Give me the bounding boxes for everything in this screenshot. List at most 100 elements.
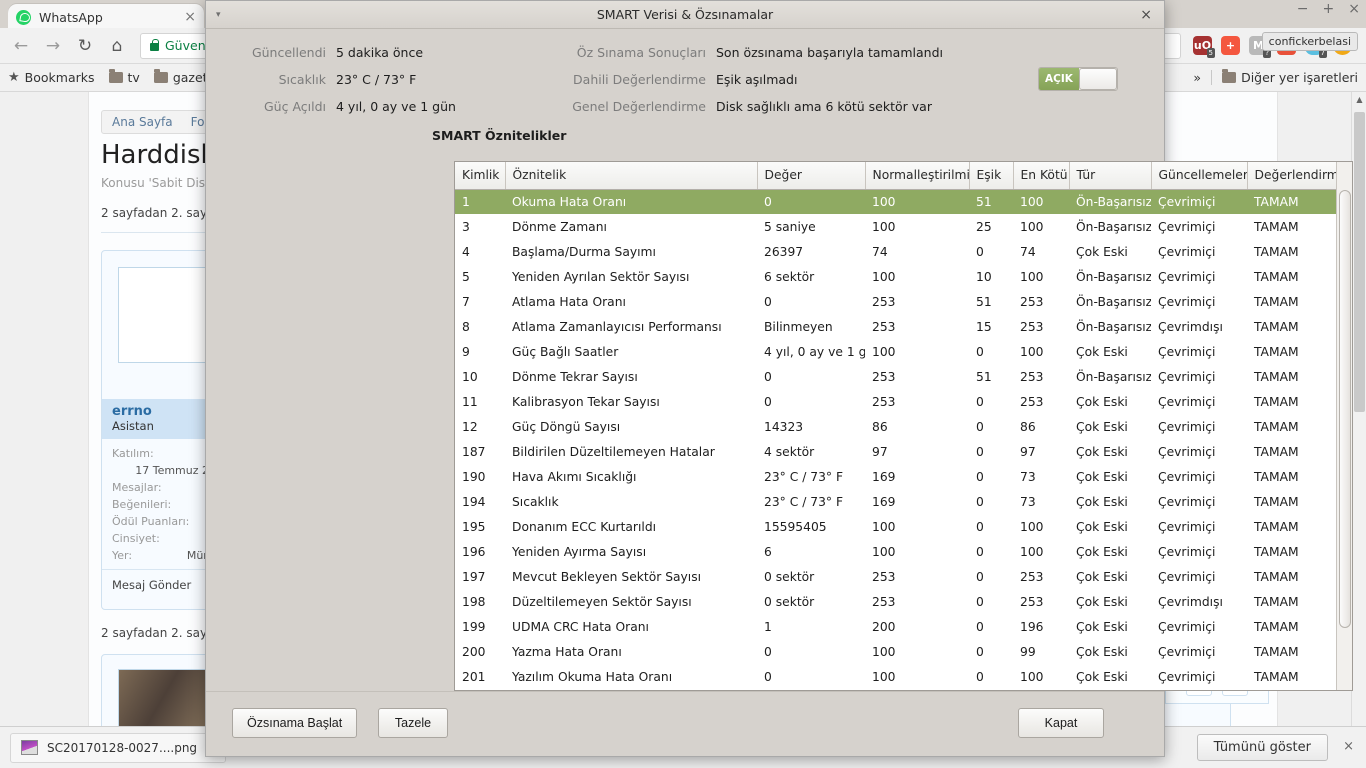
column-header-threshold[interactable]: Eşik (969, 162, 1013, 189)
cell-id: 9 (455, 339, 505, 364)
back-icon[interactable]: ← (8, 33, 34, 59)
cell-id: 199 (455, 614, 505, 639)
table-row[interactable]: 187Bildirilen Düzeltilemeyen Hatalar4 se… (455, 439, 1338, 464)
table-row[interactable]: 9Güç Bağlı Saatler4 yıl, 0 ay ve 1 gün10… (455, 339, 1338, 364)
scroll-up-icon[interactable]: ▲ (1352, 92, 1366, 107)
cell-assessment: TAMAM (1247, 414, 1338, 439)
column-header-type[interactable]: Tür (1069, 162, 1151, 189)
cell-updates: Çevrimiçi (1151, 514, 1247, 539)
avatar[interactable] (118, 267, 214, 363)
minimize-icon[interactable]: − (1297, 2, 1309, 16)
cell-type: Çok Eski (1069, 239, 1151, 264)
column-header-normalized[interactable]: Normalleştirilmiş (865, 162, 969, 189)
table-row[interactable]: 199UDMA CRC Hata Oranı12000196Çok EskiÇe… (455, 614, 1338, 639)
cell-assessment: TAMAM (1247, 189, 1338, 214)
table-row[interactable]: 197Mevcut Bekleyen Sektör Sayısı0 sektör… (455, 564, 1338, 589)
author-name[interactable]: errno (112, 404, 216, 419)
cell-value: 5 saniye (757, 214, 865, 239)
cell-assessment: TAMAM (1247, 314, 1338, 339)
cell-threshold: 0 (969, 589, 1013, 614)
smart-enabled-toggle[interactable]: AÇIK (1038, 67, 1118, 91)
summary-label: Sıcaklık (226, 72, 336, 87)
cell-id: 8 (455, 314, 505, 339)
cell-assessment: TAMAM (1247, 289, 1338, 314)
column-header-worst[interactable]: En Kötü (1013, 162, 1069, 189)
cell-threshold: 0 (969, 439, 1013, 464)
table-row[interactable]: 195Donanım ECC Kurtarıldı155954051000100… (455, 514, 1338, 539)
show-all-downloads-button[interactable]: Tümünü göster (1197, 734, 1328, 761)
column-header-id[interactable]: Kimlik (455, 162, 505, 189)
meta-row: Cinsiyet:Er (112, 532, 216, 545)
table-row[interactable]: 11Kalibrasyon Tekar Sayısı02530253Çok Es… (455, 389, 1338, 414)
column-header-attribute[interactable]: Öznitelik (505, 162, 757, 189)
table-row[interactable]: 12Güç Döngü Sayısı1432386086Çok EskiÇevr… (455, 414, 1338, 439)
other-bookmarks-folder[interactable]: Diğer yer işaretleri (1222, 70, 1358, 85)
reload-icon[interactable]: ↻ (72, 33, 98, 59)
cell-updates: Çevrimdışı (1151, 589, 1247, 614)
maximize-icon[interactable]: + (1323, 2, 1335, 16)
refresh-button[interactable]: Tazele (378, 708, 448, 738)
download-item[interactable]: SC20170128-0027....png ▾ (10, 733, 226, 763)
table-row[interactable]: 5Yeniden Ayrılan Sektör Sayısı6 sektör10… (455, 264, 1338, 289)
close-button[interactable]: Kapat (1018, 708, 1104, 738)
close-window-icon[interactable]: × (1348, 2, 1360, 16)
pagination-label: 2 sayfadan 2. sayfa (101, 206, 219, 220)
table-scrollbar[interactable] (1336, 162, 1352, 690)
page-scrollbar[interactable]: ▲ ▼ (1351, 92, 1366, 742)
table-row[interactable]: 1Okuma Hata Oranı010051100Ön-BaşarısızÇe… (455, 189, 1338, 214)
dialog-titlebar: ▾ SMART Verisi & Özsınamalar × (206, 1, 1164, 29)
table-row[interactable]: 10Dönme Tekrar Sayısı025351253Ön-Başarıs… (455, 364, 1338, 389)
cell-type: Ön-Başarısız (1069, 314, 1151, 339)
browser-tab-whatsapp[interactable]: WhatsApp × (8, 4, 204, 30)
table-row[interactable]: 196Yeniden Ayırma Sayısı61000100Çok Eski… (455, 539, 1338, 564)
overflow-chevron-icon[interactable]: » (1193, 70, 1201, 85)
close-icon[interactable]: × (1140, 6, 1152, 24)
table-row[interactable]: 190Hava Akımı Sıcaklığı23° C / 73° F1690… (455, 464, 1338, 489)
cell-normalized: 100 (865, 514, 969, 539)
table-row[interactable]: 198Düzeltilemeyen Sektör Sayısı0 sektör2… (455, 589, 1338, 614)
toggle-knob[interactable] (1079, 68, 1117, 90)
start-selftest-button[interactable]: Özsınama Başlat (232, 708, 357, 738)
table-row[interactable]: 201Yazılım Okuma Hata Oranı01000100Çok E… (455, 664, 1338, 689)
bookmark-item-tv[interactable]: tv (109, 70, 140, 85)
summary-left-column: Güncellendi 5 dakika önce Sıcaklık 23° C… (226, 45, 456, 126)
folder-icon (1222, 72, 1236, 83)
meta-row: Mesajlar:3 (112, 481, 216, 494)
cell-type: Çok Eski (1069, 564, 1151, 589)
cell-id: 190 (455, 464, 505, 489)
cell-type: Çok Eski (1069, 664, 1151, 689)
cell-worst: 73 (1013, 489, 1069, 514)
column-header-updates[interactable]: Güncellemeler (1151, 162, 1247, 189)
close-shelf-icon[interactable]: × (1343, 739, 1354, 754)
cell-type: Çok Eski (1069, 464, 1151, 489)
cell-normalized: 100 (865, 539, 969, 564)
table-row[interactable]: 200Yazma Hata Oranı0100099Çok EskiÇevrim… (455, 639, 1338, 664)
breadcrumb-item-home[interactable]: Ana Sayfa (112, 115, 173, 129)
chevron-down-icon[interactable]: ▾ (216, 10, 221, 20)
ublock-origin-icon[interactable]: uO5 (1193, 36, 1212, 55)
table-row[interactable]: 8Atlama Zamanlayıcısı PerformansıBilinme… (455, 314, 1338, 339)
cell-updates: Çevrimiçi (1151, 214, 1247, 239)
column-header-value[interactable]: Değer (757, 162, 865, 189)
summary-label: Öz Sınama Sonuçları (566, 45, 716, 60)
table-row[interactable]: 4Başlama/Durma Sayımı2639774074Çok EskiÇ… (455, 239, 1338, 264)
breadcrumb-item-forum[interactable]: Fo (191, 115, 205, 129)
profile-chip[interactable]: confickerbelasi (1262, 32, 1358, 51)
table-row[interactable]: 7Atlama Hata Oranı025351253Ön-BaşarısızÇ… (455, 289, 1338, 314)
scrollbar-thumb[interactable] (1354, 112, 1365, 412)
scrollbar-thumb[interactable] (1339, 190, 1351, 628)
cell-normalized: 74 (865, 239, 969, 264)
column-header-assessment[interactable]: Değerlendirme (1247, 162, 1338, 189)
home-icon[interactable]: ⌂ (104, 33, 130, 59)
close-icon[interactable]: × (180, 9, 196, 25)
cell-updates: Çevrimiçi (1151, 614, 1247, 639)
forward-icon[interactable]: → (40, 33, 66, 59)
table-row[interactable]: 194Sıcaklık23° C / 73° F169073Çok EskiÇe… (455, 489, 1338, 514)
plus-extension-icon[interactable]: + (1221, 36, 1240, 55)
summary-row: Genel Değerlendirme Disk sağlıklı ama 6 … (566, 99, 943, 114)
bookmarks-folder[interactable]: ★ Bookmarks (8, 70, 95, 85)
cell-value: 0 (757, 639, 865, 664)
table-body: 1Okuma Hata Oranı010051100Ön-BaşarısızÇe… (455, 189, 1338, 689)
cell-normalized: 253 (865, 564, 969, 589)
table-row[interactable]: 3Dönme Zamanı5 saniye10025100Ön-Başarısı… (455, 214, 1338, 239)
